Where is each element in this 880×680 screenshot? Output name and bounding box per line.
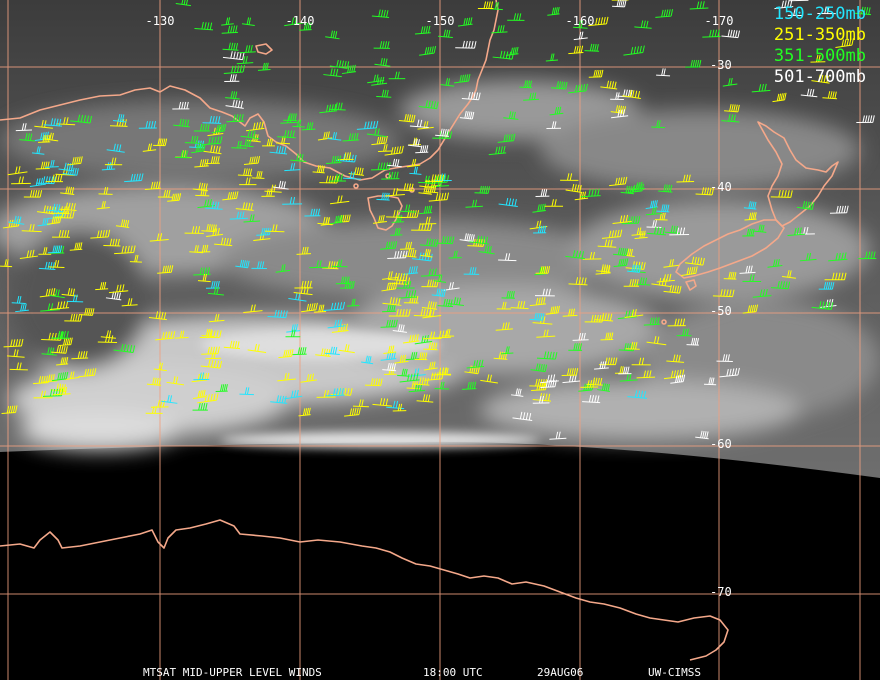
longitude-label: -160 xyxy=(565,14,595,28)
latitude-label: -30 xyxy=(710,58,732,72)
latitude-label: -50 xyxy=(710,304,732,318)
longitude-label: -140 xyxy=(285,14,315,28)
legend-item-351-500mb: 351-500mb xyxy=(773,46,866,66)
longitude-label: -130 xyxy=(145,14,175,28)
pressure-legend: 150-250mb 251-350mb 351-500mb 501-700mb xyxy=(774,4,866,88)
satellite-map xyxy=(0,0,880,680)
caption-product: MTSAT MID-UPPER LEVEL WINDS xyxy=(143,666,322,679)
antarctica-coast xyxy=(0,519,729,661)
longitude-label: -150 xyxy=(425,14,455,28)
legend-item-251-350mb: 251-350mb xyxy=(773,25,866,45)
legend-item-501-700mb: 501-700mb xyxy=(773,67,866,87)
caption-time: 18:00 UTC xyxy=(423,666,483,679)
caption-date: 29AUG06 xyxy=(537,666,584,679)
caption-source: UW-CIMSS xyxy=(648,666,701,679)
legend-item-150-250mb: 150-250mb xyxy=(773,4,866,24)
latitude-label: -60 xyxy=(710,437,732,451)
longitude-label: -170 xyxy=(704,14,734,28)
latitude-label: -70 xyxy=(710,585,732,599)
latitude-label: -40 xyxy=(710,180,732,194)
